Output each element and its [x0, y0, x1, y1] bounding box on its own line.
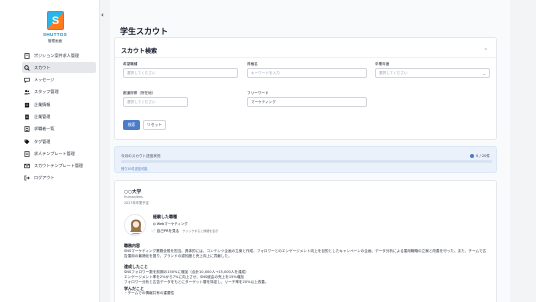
sidebar-item-job-templates[interactable]: 求人テンプレート管理 [22, 148, 96, 159]
scout-status-count: 0 / 20件 [470, 154, 490, 159]
building-icon [23, 52, 31, 59]
chat-icon [23, 77, 31, 84]
avatar [124, 214, 146, 236]
learn-line: ・チームでの情報共有の重要性 [124, 291, 175, 295]
sidebar-item-label: 企業情報 [34, 101, 51, 107]
desired-job-label: 希望職種 [123, 62, 138, 66]
qualification-placeholder: キーワードを入力 [251, 71, 280, 75]
prefecture-placeholder: 選択してください [127, 100, 156, 104]
document-icon [23, 113, 31, 120]
divider [115, 57, 496, 58]
desired-job-placeholder: 選択してください [127, 71, 156, 75]
sidebar-item-label: ログアウト [34, 175, 55, 181]
info-icon [470, 154, 475, 158]
logout-icon [23, 175, 31, 182]
desired-job-select[interactable]: 選択してください [123, 68, 238, 78]
sidebar-item-label: 求職者一覧 [34, 126, 55, 132]
experience-tag: ⛭ Webマーケティング [153, 221, 188, 226]
experience-tag-label: Webマーケティング [156, 222, 188, 226]
sidebar-item-positions[interactable]: ポジション案件求人管理 [22, 50, 96, 61]
sidebar-item-label: スカウトテンプレート管理 [34, 163, 84, 169]
grad-year-placeholder: 選択してください [379, 71, 408, 75]
sidebar-item-label: スタッフ管理 [34, 89, 59, 95]
logo[interactable]: S [47, 11, 64, 30]
sidebar-item-label: メッセージ [34, 77, 55, 83]
chevron-down-icon: ⌄ [482, 71, 486, 76]
sidebar-item-label: スカウト [34, 64, 51, 70]
search-panel: スカウト検索 ⌃ 希望職種 選択してください 資格名 キーワードを入力 卒業年度… [114, 37, 497, 140]
sidebar-item-label: 企業管理 [34, 113, 51, 119]
user-list-icon [23, 126, 31, 133]
logo-text: SHUTTOS [43, 32, 67, 37]
scout-status-label: 今月のスカウト送信状況 [121, 154, 161, 158]
experience-heading: 経験した職種 [153, 214, 177, 219]
mail-template-icon [23, 163, 31, 170]
sidebar-item-scout-templates[interactable]: スカウトテンプレート管理 [22, 161, 96, 172]
sidebar-item-label: 求人テンプレート管理 [34, 150, 75, 156]
page-title: 学生スカウト [120, 27, 168, 36]
sidebar-item-job-seekers[interactable]: 求職者一覧 [22, 124, 96, 135]
student-card[interactable]: ○○大学 Humanities 2027年卒業予定 経験した職種 ⛭ Webマー… [114, 180, 497, 302]
student-grad-year: 2027年卒業予定 [124, 201, 149, 205]
sidebar-item-logout[interactable]: ログアウト [22, 173, 96, 184]
sidebar-item-company-info[interactable]: 企業情報 [22, 99, 96, 110]
collapse-sidebar-icon[interactable]: ‹ [101, 11, 104, 19]
qualification-label: 資格名 [247, 62, 258, 66]
logo-subtitle: 管理画面 [47, 39, 63, 43]
sidebar: S SHUTTOS 管理画面 ポジション案件求人管理 スカウト メッセージ スタ… [0, 0, 100, 302]
users-icon [23, 89, 31, 96]
sidebar-item-label: ポジション案件求人管理 [34, 52, 80, 58]
sidebar-item-label: タグ管理 [34, 138, 51, 144]
grad-year-select[interactable]: 選択してください ⌄ [375, 68, 490, 78]
tag-icon [23, 138, 31, 145]
sidebar-item-staff[interactable]: スタッフ管理 [22, 87, 96, 98]
keyword-input[interactable]: マーケティング [247, 97, 367, 107]
grad-year-label: 卒業年度 [375, 62, 390, 66]
student-faculty: Humanities [124, 195, 143, 199]
search-icon [23, 64, 31, 71]
self-pr-label: 自己PRを見る [156, 229, 180, 233]
logo-glyph: S [51, 15, 60, 27]
template-icon [23, 150, 31, 157]
reset-button[interactable]: リセット [143, 120, 166, 130]
work-text: SNSマーケティング業務全般を担当。具体的には、コンテンツ企画の立案と作成、フォ… [124, 249, 487, 258]
self-pr-button[interactable]: 📄 自己PRを見る クリックすると詳細を表示 [151, 227, 237, 236]
achieve-line: フォロワー分析と広告データをもとにターゲット層を特定し、リーチ率を20%以上改善… [124, 280, 269, 284]
company-icon [23, 101, 31, 108]
search-panel-title: スカウト検索 [121, 48, 158, 55]
search-button[interactable]: 検索 [123, 120, 140, 130]
chevron-up-icon[interactable]: ⌃ [484, 48, 488, 54]
prefecture-label: 都道府県（所在地） [123, 91, 156, 95]
keyword-label: フリーワード [247, 91, 269, 95]
sidebar-item-messages[interactable]: メッセージ [22, 75, 96, 86]
keyword-value: マーケティング [251, 100, 276, 104]
scout-progress-bar [121, 160, 492, 163]
scout-remaining-note: 残り20件送信可能 [121, 167, 148, 171]
sidebar-item-tags[interactable]: タグ管理 [22, 136, 96, 147]
sidebar-item-company-manage[interactable]: 企業管理 [22, 111, 96, 122]
sidebar-nav: ポジション案件求人管理 スカウト メッセージ スタッフ管理 企業情報 企業管理 … [22, 50, 96, 185]
sidebar-item-scout[interactable]: スカウト [22, 62, 96, 74]
prefecture-select[interactable]: 選択してください [123, 97, 188, 107]
self-pr-note: クリックすると詳細を表示 [182, 229, 219, 233]
scout-count-value: 0 / 20件 [476, 154, 490, 158]
qualification-input[interactable]: キーワードを入力 [247, 68, 367, 78]
scout-status-panel: 今月のスカウト送信状況 0 / 20件 残り20件送信可能 [114, 146, 497, 173]
